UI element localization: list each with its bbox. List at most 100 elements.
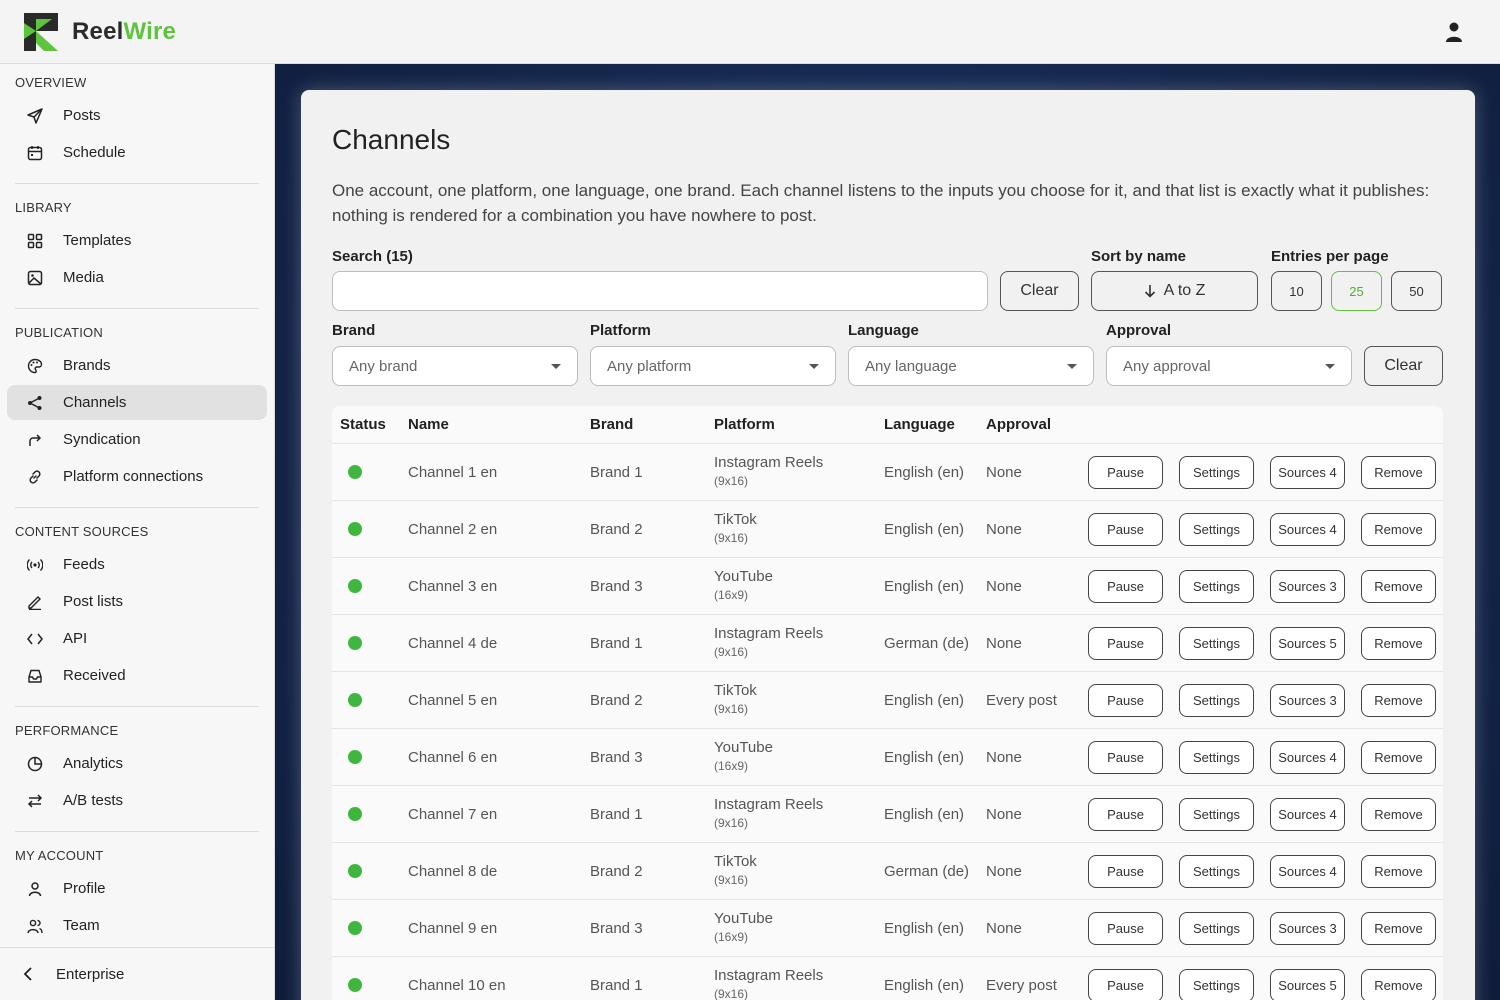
remove-button[interactable]: Remove — [1361, 740, 1436, 774]
platform-format: (9x16) — [714, 645, 749, 659]
remove-button[interactable]: Remove — [1361, 455, 1436, 489]
settings-button[interactable]: Settings — [1179, 512, 1254, 546]
sidebar-item-feeds[interactable]: Feeds — [7, 547, 267, 582]
sources-button[interactable]: Sources 4 — [1270, 740, 1345, 774]
sidebar-item-media[interactable]: Media — [7, 260, 267, 295]
sidebar-item-platform-connections[interactable]: Platform connections — [7, 459, 267, 494]
remove-button[interactable]: Remove — [1361, 569, 1436, 603]
pause-button[interactable]: Pause — [1088, 854, 1163, 888]
settings-button[interactable]: Settings — [1179, 683, 1254, 717]
search-label: Search (15) — [332, 248, 413, 265]
brand-filter-select[interactable]: Any brand — [332, 346, 578, 386]
sidebar-item-label: Syndication — [63, 431, 141, 448]
platform-name: TikTok — [714, 682, 757, 699]
sort-button[interactable]: A to Z — [1091, 271, 1258, 311]
sidebar-section-title: OVERVIEW — [15, 75, 87, 90]
sources-button[interactable]: Sources 4 — [1270, 854, 1345, 888]
sidebar-item-team[interactable]: Team — [7, 908, 267, 943]
pause-button[interactable]: Pause — [1088, 683, 1163, 717]
sidebar-item-label: Templates — [63, 232, 132, 249]
platform-name: YouTube — [714, 568, 773, 585]
remove-button[interactable]: Remove — [1361, 626, 1436, 660]
sidebar-item-profile[interactable]: Profile — [7, 871, 267, 906]
sources-button[interactable]: Sources 4 — [1270, 512, 1345, 546]
sidebar-item-syndication[interactable]: Syndication — [7, 422, 267, 457]
channel-brand: Brand 1 — [590, 463, 643, 481]
user-menu-button[interactable] — [1442, 20, 1466, 44]
sidebar-item-label: Profile — [63, 880, 106, 897]
chevron-left-icon — [23, 967, 32, 981]
search-input[interactable] — [332, 271, 988, 311]
sidebar-item-posts[interactable]: Posts — [7, 98, 267, 133]
calendar-icon — [27, 145, 43, 161]
sidebar-item-label: Schedule — [63, 144, 126, 161]
settings-button[interactable]: Settings — [1179, 911, 1254, 945]
pause-button[interactable]: Pause — [1088, 740, 1163, 774]
sources-button[interactable]: Sources 3 — [1270, 569, 1345, 603]
pause-button[interactable]: Pause — [1088, 455, 1163, 489]
remove-button[interactable]: Remove — [1361, 683, 1436, 717]
language-filter-select[interactable]: Any language — [848, 346, 1094, 386]
sources-button[interactable]: Sources 3 — [1270, 911, 1345, 945]
settings-button[interactable]: Settings — [1179, 626, 1254, 660]
sidebar-item-channels[interactable]: Channels — [7, 385, 267, 420]
platform-format: (9x16) — [714, 531, 749, 545]
sources-button[interactable]: Sources 5 — [1270, 968, 1345, 1000]
channel-approval: None — [986, 919, 1022, 937]
pause-button[interactable]: Pause — [1088, 626, 1163, 660]
sidebar-item-analytics[interactable]: Analytics — [7, 746, 267, 781]
sidebar-item-templates[interactable]: Templates — [7, 223, 267, 258]
sidebar-item-label: Platform connections — [63, 468, 204, 485]
sidebar-item-brands[interactable]: Brands — [7, 348, 267, 383]
settings-button[interactable]: Settings — [1179, 968, 1254, 1000]
entries-25-button[interactable]: 25 — [1331, 271, 1382, 311]
pause-button[interactable]: Pause — [1088, 569, 1163, 603]
sources-button[interactable]: Sources 5 — [1270, 626, 1345, 660]
approval-filter-select[interactable]: Any approval — [1106, 346, 1352, 386]
pause-button[interactable]: Pause — [1088, 968, 1163, 1000]
entries-10-button[interactable]: 10 — [1271, 271, 1322, 311]
sources-button[interactable]: Sources 4 — [1270, 455, 1345, 489]
sources-button[interactable]: Sources 3 — [1270, 683, 1345, 717]
remove-button[interactable]: Remove — [1361, 797, 1436, 831]
sidebar-item-label: Channels — [63, 394, 127, 411]
channel-brand: Brand 1 — [590, 634, 643, 652]
platform-filter-select[interactable]: Any platform — [590, 346, 836, 386]
table-row: Channel 6 en Brand 3 YouTube (16x9) Engli… — [332, 728, 1443, 785]
sidebar-separator — [15, 507, 259, 508]
remove-button[interactable]: Remove — [1361, 968, 1436, 1000]
sidebar-separator — [15, 831, 259, 832]
sources-button[interactable]: Sources 4 — [1270, 797, 1345, 831]
sidebar-item-post-lists[interactable]: Post lists — [7, 584, 267, 619]
settings-button[interactable]: Settings — [1179, 797, 1254, 831]
channel-platform: Instagram Reels (9x16) — [714, 968, 884, 1000]
page-description: One account, one platform, one language,… — [332, 181, 1430, 225]
sidebar-collapse-button[interactable]: Enterprise — [0, 947, 274, 1000]
sidebar-item-schedule[interactable]: Schedule — [7, 135, 267, 170]
settings-button[interactable]: Settings — [1179, 569, 1254, 603]
sidebar-item-a-b-tests[interactable]: A/B tests — [7, 783, 267, 818]
remove-button[interactable]: Remove — [1361, 854, 1436, 888]
channel-name: Channel 8 de — [408, 862, 498, 880]
pause-button[interactable]: Pause — [1088, 797, 1163, 831]
entries-50-button[interactable]: 50 — [1391, 271, 1442, 311]
channel-approval: None — [986, 634, 1022, 652]
remove-button[interactable]: Remove — [1361, 512, 1436, 546]
sidebar-separator — [15, 706, 259, 707]
settings-button[interactable]: Settings — [1179, 854, 1254, 888]
channel-platform: TikTok (9x16) — [714, 512, 884, 546]
pause-button[interactable]: Pause — [1088, 911, 1163, 945]
sidebar-item-label: API — [63, 630, 88, 647]
channel-platform: YouTube (16x9) — [714, 740, 884, 774]
app-logo[interactable]: ReelWire — [24, 12, 176, 51]
sidebar-item-label: Post lists — [63, 593, 124, 610]
settings-button[interactable]: Settings — [1179, 740, 1254, 774]
remove-button[interactable]: Remove — [1361, 911, 1436, 945]
settings-button[interactable]: Settings — [1179, 455, 1254, 489]
channel-approval: Every post — [986, 691, 1057, 709]
pause-button[interactable]: Pause — [1088, 512, 1163, 546]
sidebar-item-api[interactable]: API — [7, 621, 267, 656]
sidebar-item-received[interactable]: Received — [7, 658, 267, 693]
search-clear-button[interactable]: Clear — [1000, 271, 1079, 311]
filters-clear-button[interactable]: Clear — [1364, 346, 1443, 386]
